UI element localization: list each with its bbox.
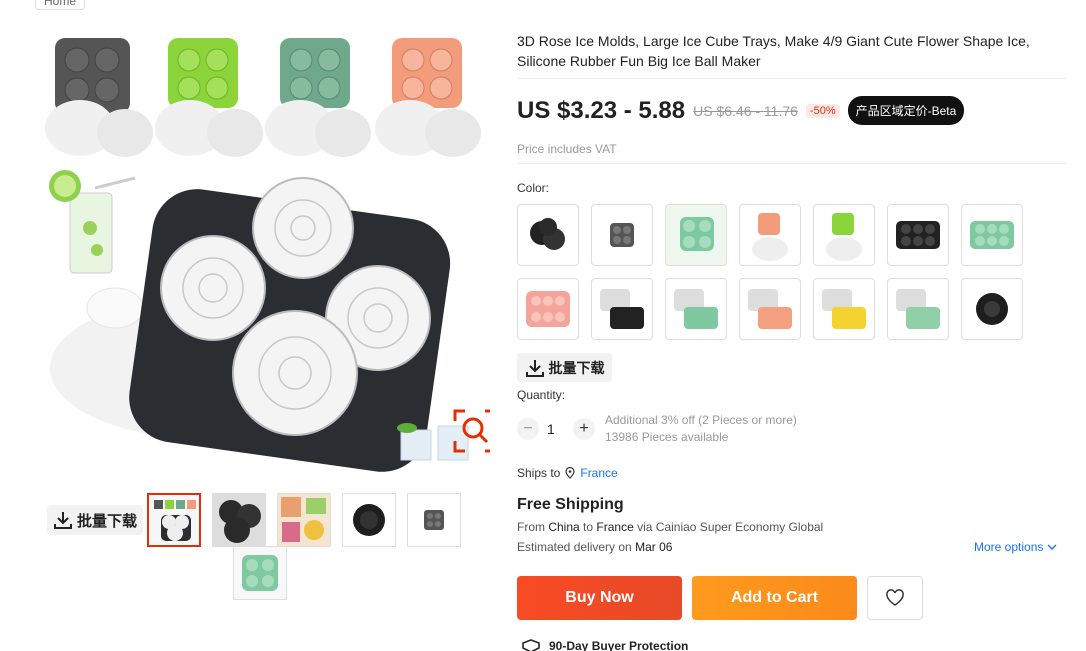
thumbnail-image: [278, 494, 330, 546]
thumbnail-image: [149, 495, 199, 545]
heart-icon: [886, 589, 904, 606]
shield-icon: [522, 639, 540, 651]
bulk-download-label: 批量下载: [76, 512, 137, 530]
swatch-image: [896, 221, 940, 249]
discount-badge: -50%: [805, 103, 840, 118]
ships-to-label: Ships to: [517, 466, 561, 480]
price-row: US $3.23 - 5.88 US $6.46 - 11.76 -50% 产品…: [517, 96, 965, 125]
ships-to: Ships to France: [517, 466, 618, 480]
download-icon: [525, 359, 544, 377]
location-pin-icon: [565, 467, 575, 479]
swatch-image: [526, 291, 570, 327]
divider: [517, 163, 1067, 164]
gallery-thumbnail[interactable]: [233, 546, 287, 600]
add-to-cart-button[interactable]: Add to Cart: [692, 576, 857, 620]
swatch-image: [674, 289, 718, 329]
vat-note: Price includes VAT: [517, 142, 617, 156]
quantity-label: Quantity:: [517, 388, 566, 402]
swatch-image: [610, 223, 634, 247]
color-label: Color:: [517, 181, 550, 195]
shipping-from-text: From: [517, 520, 545, 534]
color-swatch-orange-clear[interactable]: [739, 278, 801, 340]
swatch-image: [600, 289, 644, 329]
product-image-illustration: [45, 38, 481, 472]
quantity-decrease-button[interactable]: −: [517, 418, 539, 440]
gallery-thumbnail[interactable]: [407, 493, 461, 547]
download-icon: [53, 512, 72, 529]
color-swatch-black[interactable]: [517, 204, 579, 266]
color-swatch-green-9[interactable]: [961, 204, 1023, 266]
thumbnail-image: [234, 547, 286, 599]
gallery-thumbnail[interactable]: [212, 493, 266, 547]
product-title: 3D Rose Ice Molds, Large Ice Cube Trays,…: [517, 33, 1030, 69]
quantity-discount-note: Additional 3% off (2 Pieces or more): [605, 413, 797, 427]
chevron-down-icon: [1047, 544, 1057, 550]
buy-now-button[interactable]: Buy Now: [517, 576, 682, 620]
thumbnail-image: [343, 494, 395, 546]
color-swatch-yellow-clear[interactable]: [813, 278, 875, 340]
quantity-available: 13986 Pieces available: [605, 430, 729, 444]
color-swatch-grey[interactable]: [591, 204, 653, 266]
swatch-image: [748, 289, 792, 329]
zoom-icon[interactable]: [453, 409, 490, 453]
bulk-download-button-variants[interactable]: 批量下载: [517, 353, 612, 382]
gallery-thumbnail[interactable]: [277, 493, 331, 547]
shipping-destination: France: [596, 520, 634, 534]
buyer-protection-label: 90-Day Buyer Protection: [549, 639, 689, 651]
color-swatch-black-single[interactable]: [961, 278, 1023, 340]
delivery-date: Mar 06: [635, 540, 673, 554]
swatch-image: [666, 205, 726, 265]
regional-pricing-badge[interactable]: 产品区域定价-Beta: [847, 96, 965, 125]
wishlist-button[interactable]: [867, 576, 923, 620]
free-shipping-title: Free Shipping: [517, 496, 624, 513]
divider: [517, 78, 1067, 79]
swatch-image: [826, 213, 862, 261]
price: US $3.23 - 5.88: [517, 96, 686, 124]
swatch-image: [822, 289, 866, 329]
shipping-to-text: to: [583, 520, 594, 534]
gallery-thumbnail[interactable]: [342, 493, 396, 547]
color-swatch-green[interactable]: [665, 204, 727, 266]
original-price: US $6.46 - 11.76: [693, 102, 798, 119]
bulk-download-label: 批量下载: [548, 359, 605, 376]
color-swatch-orange[interactable]: [739, 204, 801, 266]
gallery-thumbnail[interactable]: [147, 493, 201, 547]
thumbnail-image: [408, 494, 460, 546]
color-swatch-green-clear[interactable]: [665, 278, 727, 340]
shipping-origin: China: [548, 520, 580, 534]
more-options-link[interactable]: More options: [974, 540, 1057, 554]
color-swatch-green-clear-2[interactable]: [887, 278, 949, 340]
swatch-image: [970, 221, 1014, 249]
shipping-carrier: via Cainiao Super Economy Global: [637, 520, 824, 534]
quantity-value[interactable]: 1: [547, 421, 555, 437]
estimated-delivery: Estimated delivery on Mar 06: [517, 540, 672, 554]
breadcrumb-home[interactable]: Home: [35, 0, 85, 10]
quantity-increase-button[interactable]: +: [573, 418, 595, 440]
main-product-image[interactable]: [35, 28, 490, 478]
color-swatch-grey-clear[interactable]: [591, 278, 653, 340]
buyer-protection: 90-Day Buyer Protection: [521, 639, 688, 651]
swatch-image: [530, 218, 565, 250]
color-swatch-lime[interactable]: [813, 204, 875, 266]
swatch-image: [976, 293, 1008, 325]
delivery-label: Estimated delivery on: [517, 540, 632, 554]
bulk-download-button[interactable]: 批量下载: [47, 505, 143, 535]
thumbnail-image: [213, 494, 265, 546]
shipping-route: From China to France via Cainiao Super E…: [517, 520, 823, 534]
more-options-label: More options: [974, 540, 1044, 554]
color-swatch-black-9[interactable]: [887, 204, 949, 266]
swatch-image: [752, 213, 788, 261]
swatch-image: [896, 289, 940, 329]
color-swatch-pink-9[interactable]: [517, 278, 579, 340]
ships-to-country-link[interactable]: France: [580, 466, 617, 480]
